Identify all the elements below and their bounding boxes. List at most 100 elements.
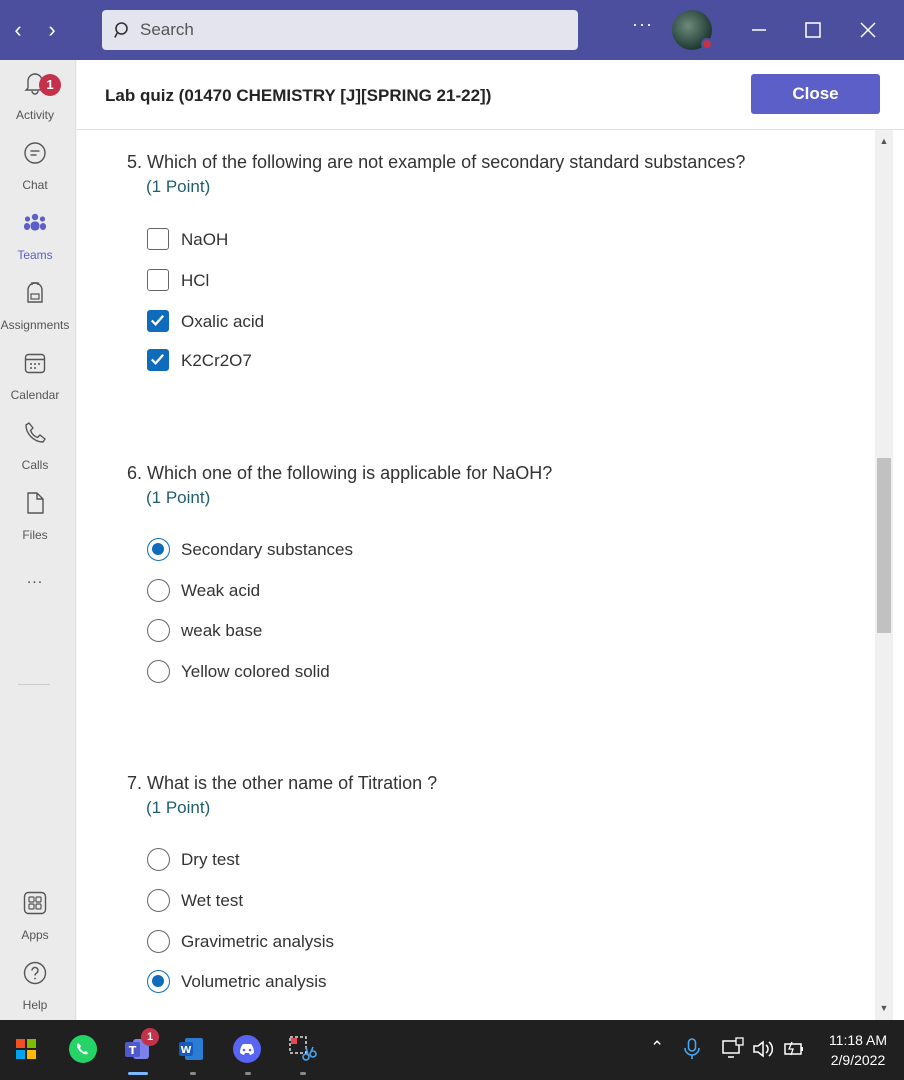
- chevron-up-icon[interactable]: ⌃: [650, 1038, 664, 1058]
- radio-selected[interactable]: [147, 970, 170, 993]
- open-app-indicator: [245, 1072, 251, 1075]
- close-window-icon[interactable]: [853, 15, 883, 45]
- teams-taskbar-badge: 1: [141, 1028, 159, 1046]
- question-points: (1 Point): [146, 177, 211, 196]
- search-icon: [114, 22, 128, 38]
- network-icon[interactable]: [720, 1036, 746, 1062]
- calendar-icon: [24, 353, 46, 374]
- question-6: 6. Which one of the following is applica…: [127, 463, 552, 508]
- rail-label-teams: Teams: [17, 248, 53, 262]
- help-icon: [23, 961, 47, 985]
- microphone-icon[interactable]: [681, 1036, 703, 1062]
- checkbox-checked[interactable]: [147, 349, 169, 371]
- radio[interactable]: [147, 889, 170, 912]
- checkbox[interactable]: [147, 228, 169, 250]
- scrollbar[interactable]: ▲ ▼: [875, 130, 893, 1020]
- scroll-thumb[interactable]: [877, 458, 891, 633]
- rail-label-activity: Activity: [15, 108, 54, 122]
- question-points: (1 Point): [146, 488, 211, 507]
- presence-status-icon: [701, 38, 713, 50]
- rail-item-activity[interactable]: 1 Activity: [0, 68, 70, 134]
- quiz-header: Lab quiz (01470 CHEMISTRY [J][SPRING 21-…: [77, 60, 904, 130]
- search-input[interactable]: Search: [102, 10, 578, 50]
- question-text: 6. Which one of the following is applica…: [127, 463, 553, 483]
- option-label: HCl: [181, 271, 210, 290]
- more-icon: ...: [26, 570, 44, 587]
- rail-label-assignments: Assignments: [0, 318, 70, 332]
- taskbar: T 1 W ⌃ 11:18 AM 2/9/2022: [0, 1020, 904, 1080]
- title-bar: ‹ › Search ···: [0, 0, 904, 60]
- clock-date[interactable]: 2/9/2022: [820, 1052, 896, 1068]
- volume-icon[interactable]: [751, 1036, 777, 1062]
- app-rail: 1 Activity Chat Teams Assignments Calend…: [0, 60, 76, 1020]
- backpack-icon: [27, 282, 43, 303]
- radio[interactable]: [147, 930, 170, 953]
- rail-item-apps[interactable]: Apps: [0, 888, 70, 954]
- option-label: Yellow colored solid: [181, 662, 330, 681]
- option-label: Oxalic acid: [181, 312, 265, 331]
- active-app-indicator: [128, 1072, 148, 1075]
- option-label: Dry test: [181, 850, 240, 869]
- minimize-icon[interactable]: [744, 15, 774, 45]
- rail-item-assignments[interactable]: Assignments: [0, 278, 70, 344]
- more-options-icon[interactable]: ···: [632, 14, 653, 35]
- option-label: Volumetric analysis: [181, 972, 327, 991]
- checkbox-checked[interactable]: [147, 310, 169, 332]
- discord-icon[interactable]: [230, 1032, 264, 1066]
- forward-arrow-icon[interactable]: ›: [40, 18, 64, 42]
- rail-item-teams[interactable]: Teams: [0, 208, 70, 274]
- radio-selected[interactable]: [147, 538, 170, 561]
- svg-text:W: W: [180, 1045, 191, 1056]
- checkmark-icon: [150, 314, 165, 326]
- rail-item-calendar[interactable]: Calendar: [0, 348, 70, 414]
- chat-icon: [24, 142, 46, 164]
- rail-divider: [18, 684, 50, 685]
- rail-label-files: Files: [22, 528, 48, 542]
- option-label: K2Cr2O7: [181, 351, 252, 370]
- battery-icon[interactable]: [781, 1036, 807, 1062]
- rail-item-files[interactable]: Files: [0, 488, 70, 554]
- whatsapp-icon[interactable]: [66, 1032, 100, 1066]
- phone-icon: [25, 422, 46, 443]
- option-label: Weak acid: [181, 581, 261, 600]
- teams-icon: [24, 213, 46, 231]
- rail-item-chat[interactable]: Chat: [0, 138, 70, 204]
- option-label: Wet test: [181, 891, 244, 910]
- back-arrow-icon[interactable]: ‹: [6, 18, 30, 42]
- option-label: NaOH: [181, 230, 229, 249]
- rail-label-chat: Chat: [22, 178, 48, 192]
- teams-window: ‹ › Search ··· 1 Activity Chat Teams Ass…: [0, 0, 904, 1080]
- rail-label-calls: Calls: [21, 458, 49, 472]
- radio[interactable]: [147, 619, 170, 642]
- rail-label-apps: Apps: [21, 928, 49, 942]
- question-points: (1 Point): [146, 798, 211, 817]
- clock-time[interactable]: 11:18 AM: [820, 1032, 896, 1048]
- radio[interactable]: [147, 848, 170, 871]
- rail-item-calls[interactable]: Calls: [0, 418, 70, 484]
- windows-start-icon[interactable]: [9, 1032, 43, 1066]
- word-icon[interactable]: W: [175, 1032, 209, 1066]
- scroll-down-icon[interactable]: ▼: [879, 1003, 889, 1013]
- question-text: 5. Which of the following are not exampl…: [127, 152, 746, 172]
- rail-item-more[interactable]: ...: [0, 558, 70, 624]
- close-button[interactable]: Close: [751, 74, 880, 114]
- snipping-tool-icon[interactable]: [285, 1032, 319, 1066]
- file-icon: [27, 492, 44, 514]
- radio[interactable]: [147, 579, 170, 602]
- rail-item-help[interactable]: Help: [0, 958, 70, 1024]
- question-7: 7. What is the other name of Titration ?…: [127, 773, 437, 818]
- maximize-icon[interactable]: [798, 15, 828, 45]
- scroll-up-icon[interactable]: ▲: [879, 136, 889, 146]
- option-label: Secondary substances: [181, 540, 353, 559]
- rail-label-calendar: Calendar: [10, 388, 60, 402]
- option-label: weak base: [181, 621, 263, 640]
- activity-badge: 1: [39, 74, 61, 96]
- radio[interactable]: [147, 660, 170, 683]
- quiz-pane: Lab quiz (01470 CHEMISTRY [J][SPRING 21-…: [77, 60, 904, 1020]
- option-label: Gravimetric analysis: [181, 932, 335, 951]
- question-text: 7. What is the other name of Titration ?: [127, 773, 438, 793]
- svg-text:T: T: [129, 1044, 137, 1057]
- search-placeholder: Search: [140, 20, 194, 39]
- open-app-indicator: [190, 1072, 196, 1075]
- checkbox[interactable]: [147, 269, 169, 291]
